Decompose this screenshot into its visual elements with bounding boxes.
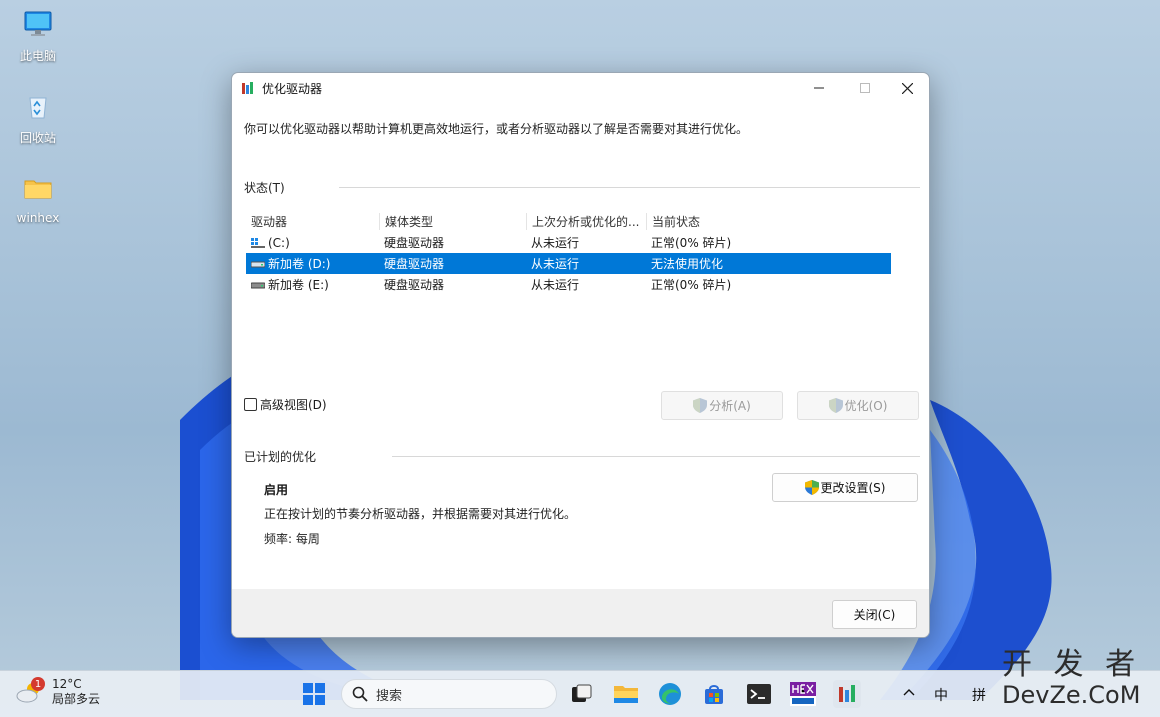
scheduled-section-label: 已计划的优化: [244, 450, 317, 464]
drive-name: 新加卷 (D:): [268, 257, 331, 271]
desktop-icon-label: winhex: [16, 211, 60, 225]
drive-list[interactable]: 驱动器 媒体类型 上次分析或优化的... 当前状态 (C:) 硬盘驱动器 从未运…: [246, 210, 891, 295]
last-run-cell: 从未运行: [531, 257, 580, 271]
optimize-label: 优化(O): [844, 399, 888, 413]
edge-icon: [659, 683, 681, 705]
desktop-icon-winhex[interactable]: winhex: [3, 172, 73, 225]
drive-row-c[interactable]: (C:) 硬盘驱动器 从未运行 正常(0% 碎片): [246, 232, 891, 253]
watermark-line2: DevZe.CoM: [1002, 681, 1141, 709]
last-run-cell: 从未运行: [531, 236, 580, 250]
drive-list-header: 驱动器 媒体类型 上次分析或优化的... 当前状态: [246, 210, 891, 232]
start-button[interactable]: [300, 680, 328, 708]
optimize-drives-window: 优化驱动器 你可以优化驱动器以帮助计算机更高效地运行，或者分析驱动器以了解是否需…: [231, 72, 930, 638]
column-header-status[interactable]: 当前状态: [646, 212, 883, 230]
defrag-app-icon: [839, 685, 855, 702]
show-hidden-icons-button[interactable]: [903, 685, 915, 701]
task-view-icon: [572, 684, 592, 702]
intro-text: 你可以优化驱动器以帮助计算机更高效地运行，或者分析驱动器以了解是否需要对其进行优…: [244, 122, 749, 136]
desktop-icon-this-pc[interactable]: 此电脑: [3, 8, 73, 64]
last-run-cell: 从未运行: [531, 278, 580, 292]
status-cell: 正常(0% 碎片): [651, 278, 732, 292]
media-type-cell: 硬盘驱动器: [384, 236, 445, 250]
desktop-icon-recycle-bin[interactable]: 回收站: [3, 90, 73, 146]
drive-name-cell: 新加卷 (E:): [246, 276, 379, 293]
drive-icon: [251, 261, 265, 267]
uac-shield-icon: [693, 398, 708, 413]
file-explorer-button[interactable]: [612, 680, 640, 708]
weather-temp: 12°C: [52, 677, 82, 691]
computer-icon: [24, 11, 52, 36]
column-header-media-type[interactable]: 媒体类型: [379, 212, 526, 230]
window-title: 优化驱动器: [262, 81, 323, 96]
change-settings-label: 更改设置(S): [820, 481, 886, 495]
advanced-view-label: 高级视图(D): [260, 398, 327, 412]
media-type-cell: 硬盘驱动器: [384, 278, 445, 292]
analyze-button[interactable]: 分析(A): [661, 391, 783, 420]
close-window-button[interactable]: [884, 73, 929, 103]
status-cell: 正常(0% 碎片): [651, 236, 732, 250]
start-icon: [303, 683, 325, 705]
ime-pinyin-indicator[interactable]: 拼: [972, 685, 986, 705]
search-placeholder: 搜索: [376, 688, 403, 704]
media-type-cell: 硬盘驱动器: [384, 257, 445, 271]
watermark-line1: 开 发 者: [1002, 647, 1142, 682]
minimize-icon: [814, 87, 824, 89]
desktop-icon-label: 回收站: [19, 131, 56, 145]
optimize-button[interactable]: 优化(O): [797, 391, 919, 420]
column-header-last-run[interactable]: 上次分析或优化的...: [526, 212, 646, 230]
desktop-icon-label: 此电脑: [19, 49, 56, 63]
search-icon: [352, 686, 368, 702]
weather-widget[interactable]: 1 12°C 局部多云: [16, 677, 100, 707]
defrag-app-icon: [242, 82, 253, 94]
column-header-drive[interactable]: 驱动器: [246, 213, 379, 230]
scheduled-divider: [392, 456, 920, 457]
maximize-button[interactable]: [842, 73, 888, 103]
ime-mode-indicator[interactable]: 中: [934, 685, 948, 705]
store-button[interactable]: [700, 680, 728, 708]
chevron-up-icon: [903, 689, 915, 696]
recycle-bin-icon: [29, 97, 47, 119]
drive-name-cell: 新加卷 (D:): [246, 255, 379, 272]
schedule-state: 启用: [264, 483, 289, 497]
taskbar-search[interactable]: 搜索: [341, 679, 557, 709]
edge-button[interactable]: [656, 680, 684, 708]
uac-shield-icon: [804, 480, 819, 495]
close-button[interactable]: 关闭(C): [832, 600, 917, 629]
status-divider: [339, 187, 920, 188]
checkbox-box[interactable]: [244, 398, 257, 411]
advanced-view-checkbox[interactable]: 高级视图(D): [244, 396, 327, 413]
weather-badge: 1: [31, 677, 45, 691]
hex-editor-button[interactable]: [789, 680, 817, 708]
drive-row-d[interactable]: 新加卷 (D:) 硬盘驱动器 从未运行 无法使用优化: [246, 253, 891, 274]
schedule-frequency: 频率: 每周: [264, 532, 320, 546]
drive-name-cell: (C:): [246, 236, 379, 250]
close-label: 关闭(C): [853, 608, 896, 622]
task-view-button[interactable]: [568, 680, 596, 708]
weather-condition: 局部多云: [52, 692, 101, 706]
drive-name: (C:): [268, 235, 290, 250]
status-cell: 无法使用优化: [651, 257, 724, 271]
minimize-button[interactable]: [796, 73, 842, 103]
status-section-label: 状态(T): [244, 181, 285, 195]
terminal-icon: [747, 684, 771, 704]
store-icon: [705, 685, 723, 704]
terminal-button[interactable]: [745, 680, 773, 708]
close-icon: [901, 82, 913, 94]
folder-icon: [24, 180, 52, 199]
drive-icon: [251, 282, 265, 288]
taskbar: 1 12°C 局部多云 搜索 中 拼: [0, 670, 1160, 717]
drive-row-e[interactable]: 新加卷 (E:) 硬盘驱动器 从未运行 正常(0% 碎片): [246, 274, 891, 295]
dialog-footer: [232, 589, 929, 637]
analyze-label: 分析(A): [709, 399, 751, 413]
defrag-taskbar-button[interactable]: [833, 680, 861, 708]
windows-drive-icon: [251, 237, 265, 248]
schedule-description: 正在按计划的节奏分析驱动器，并根据需要对其进行优化。: [264, 507, 577, 521]
maximize-icon: [860, 83, 870, 93]
change-settings-button[interactable]: 更改设置(S): [772, 473, 918, 502]
file-explorer-icon: [614, 686, 638, 703]
hex-editor-icon: [790, 682, 816, 706]
uac-shield-icon: [828, 398, 843, 413]
drive-name: 新加卷 (E:): [268, 278, 329, 292]
